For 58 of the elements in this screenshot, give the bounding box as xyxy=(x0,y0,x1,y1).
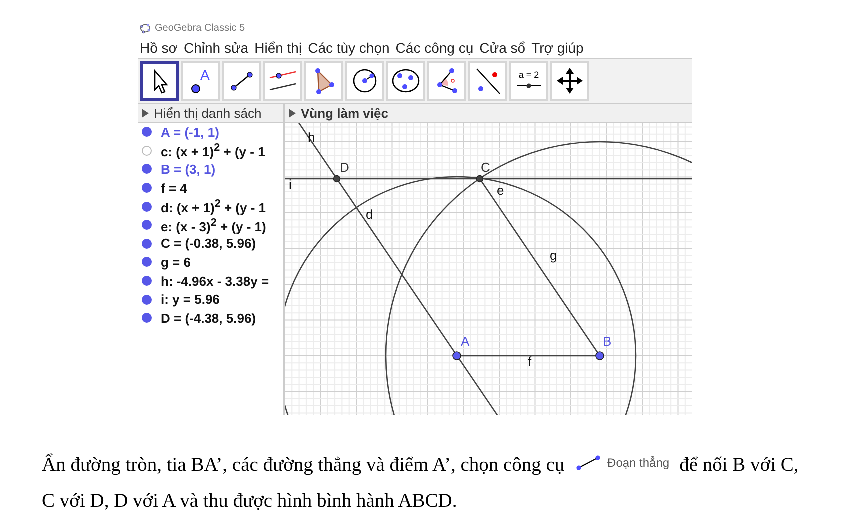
menu-item[interactable]: Chỉnh sửa xyxy=(184,40,249,56)
segment-icon xyxy=(576,455,602,471)
panel-title: Hiển thị danh sách xyxy=(154,106,262,120)
object-definition[interactable]: f = 4 xyxy=(161,180,188,196)
point-marker[interactable] xyxy=(476,175,484,183)
expand-triangle-icon[interactable] xyxy=(289,108,296,118)
object-definition[interactable]: e: (x - 3)$^{2}$ + (y - 1) xyxy=(161,216,266,234)
visibility-dot[interactable] xyxy=(142,146,152,156)
visibility-dot[interactable] xyxy=(142,127,152,138)
point-label: B xyxy=(603,334,612,349)
visibility-dot[interactable] xyxy=(142,183,152,194)
point-label: C xyxy=(481,160,490,175)
object-definition[interactable]: d: (x + 1)$^{2}$ + (y - 1 xyxy=(161,198,266,216)
object-label: g xyxy=(550,248,558,263)
menu-item[interactable]: Các công cụ xyxy=(396,40,474,56)
object-definition[interactable]: g = 6 xyxy=(161,254,191,270)
object-label: i xyxy=(289,177,292,192)
object-definition[interactable]: B = (3, 1) xyxy=(161,162,216,177)
point-icon xyxy=(190,84,200,94)
visibility-dot[interactable] xyxy=(142,313,152,324)
object-label: e xyxy=(497,183,504,198)
object-definition[interactable]: i: y = 5.96 xyxy=(161,292,220,308)
tool-button[interactable]: A xyxy=(181,61,220,101)
visibility-dot[interactable] xyxy=(142,164,152,174)
visibility-dot[interactable] xyxy=(142,238,152,249)
menu-item[interactable]: Trợ giúp xyxy=(532,40,584,56)
object-label: f xyxy=(528,354,532,369)
visibility-dot[interactable] xyxy=(142,276,152,286)
menu-item[interactable]: Hồ sơ xyxy=(140,40,178,56)
tool-name: Đoạn thẳng xyxy=(608,456,670,470)
point-marker[interactable] xyxy=(333,175,341,183)
object-label: h xyxy=(308,130,316,145)
menu-item[interactable]: Hiển thị xyxy=(254,40,302,56)
tool-letter: A xyxy=(200,67,210,83)
tool-button[interactable] xyxy=(140,61,179,101)
panel-title: Vùng làm việc xyxy=(301,106,388,120)
object-definition[interactable]: c: (x + 1)$^{2}$ + (y - 1 xyxy=(161,142,266,160)
point-marker[interactable] xyxy=(452,352,462,360)
window-title: GeoGebra Classic 5 xyxy=(155,22,246,34)
point-label: D xyxy=(340,160,350,175)
visibility-dot[interactable] xyxy=(142,202,152,212)
menu-item[interactable]: Các tùy chọn xyxy=(308,40,390,56)
move-arrows-icon xyxy=(554,66,584,96)
object-definition[interactable]: h: -4.96x - 3.38y = xyxy=(161,274,270,289)
object-definition[interactable]: D = (-4.38, 5.96) xyxy=(161,310,256,326)
visibility-dot[interactable] xyxy=(142,257,152,268)
point-marker[interactable] xyxy=(596,352,604,360)
visibility-dot[interactable] xyxy=(142,294,152,305)
object-definition[interactable]: A = (-1, 1) xyxy=(161,124,220,140)
menu-item[interactable]: Cửa sổ xyxy=(480,40,526,56)
object-definition[interactable]: C = (-0.38, 5.96) xyxy=(161,236,256,252)
point-label: A xyxy=(461,334,470,349)
object-label: d xyxy=(366,207,374,222)
app-logo-icon xyxy=(140,22,151,34)
visibility-dot[interactable] xyxy=(142,220,152,230)
instruction-text: Ẩn đường tròn, tia BA’, các đường thẳng và điểm A’, chọn công cụ $^{Đoạn thẳng}$ để nối B với C, C với D, D với A và thu được hình bình hành ABCD. xyxy=(42,452,800,514)
expand-triangle-icon[interactable] xyxy=(142,108,149,118)
tool-button[interactable]: a = 2 xyxy=(509,61,548,101)
